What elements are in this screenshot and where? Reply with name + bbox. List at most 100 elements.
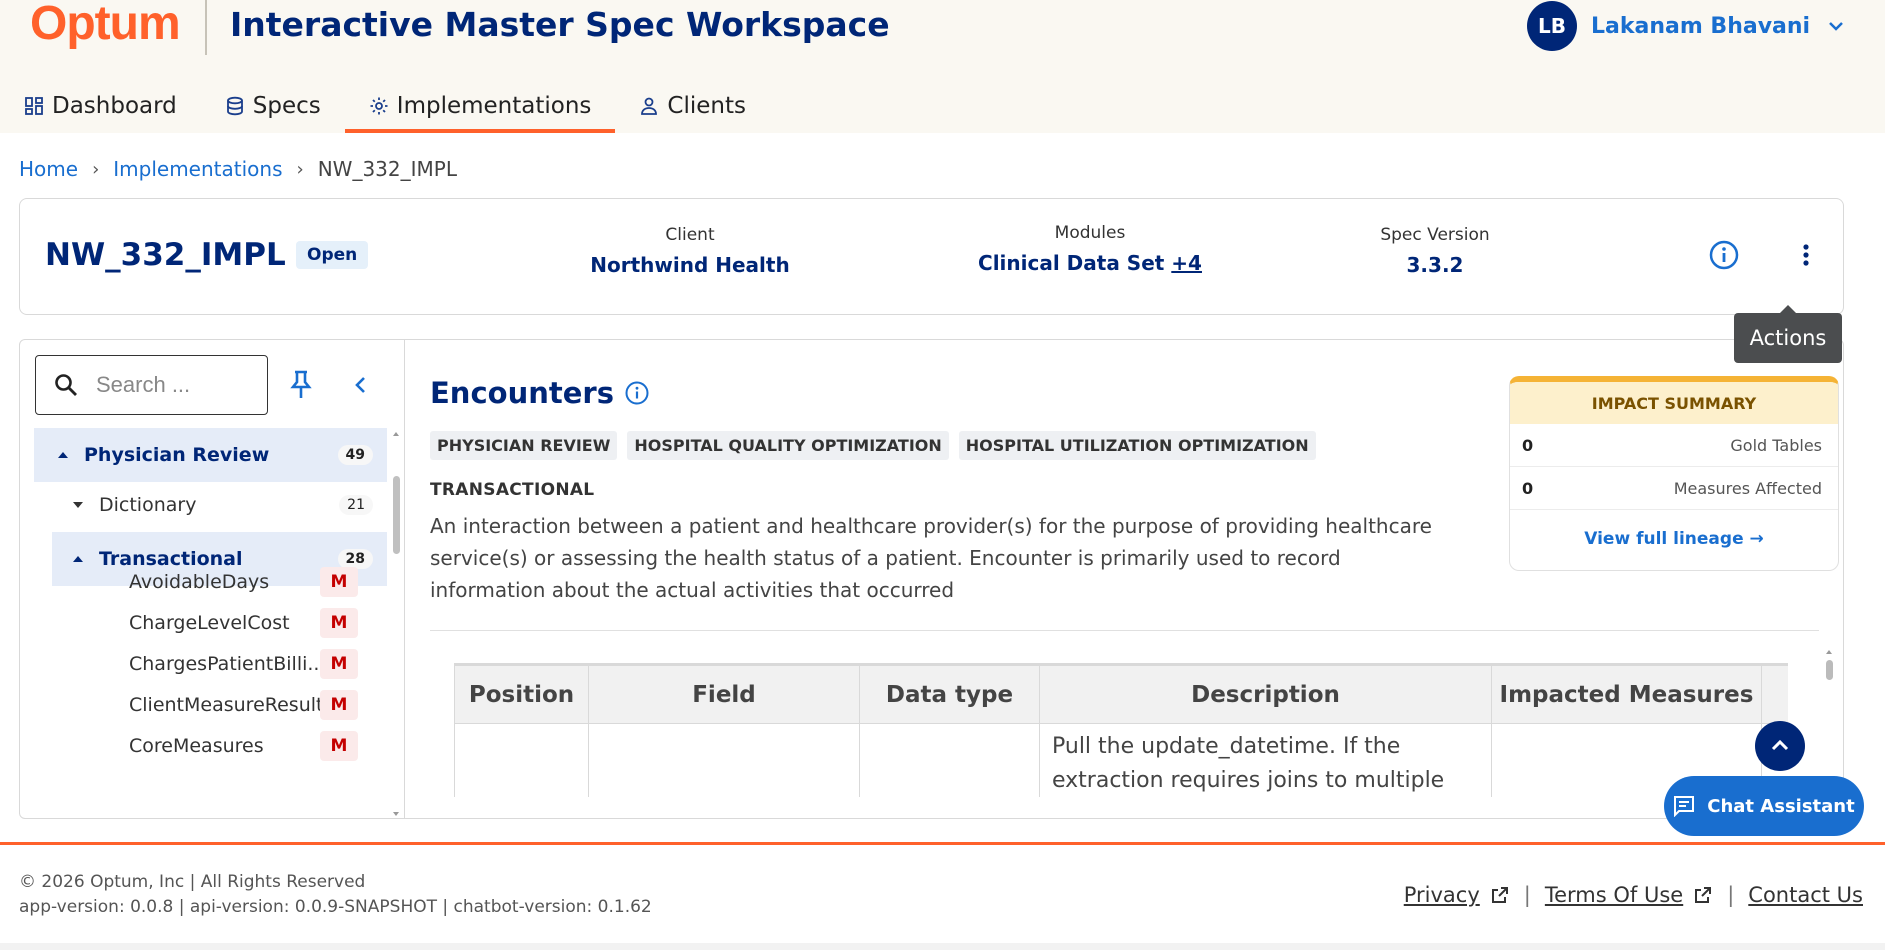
col-field[interactable]: Field (588, 665, 860, 724)
tab-implementations[interactable]: Implementations (344, 78, 616, 133)
tab-specs[interactable]: Specs (201, 78, 345, 133)
module-tags: PHYSICIAN REVIEW HOSPITAL QUALITY OPTIMI… (430, 431, 1316, 460)
avatar: LB (1527, 1, 1577, 51)
user-menu[interactable]: LB Lakanam Bhavani (1527, 1, 1848, 51)
tab-specs-label: Specs (252, 92, 321, 119)
tree-item-label: Physician Review (84, 444, 270, 466)
tree-leaf-label: ChargeLevelCost (129, 611, 290, 634)
content-divider (430, 630, 1819, 631)
tab-clients-label: Clients (667, 92, 746, 119)
user-name[interactable]: Lakanam Bhavani (1591, 14, 1810, 39)
search-box[interactable] (35, 355, 268, 415)
tree-leaf-coremeasures[interactable]: CoreMeasures M (129, 721, 373, 770)
client-label: Client (665, 225, 715, 245)
chat-assistant-button[interactable]: Chat Assistant (1664, 776, 1864, 836)
sidebar-scroll-thumb[interactable] (393, 476, 400, 554)
breadcrumb-home[interactable]: Home (19, 157, 78, 181)
cell-position (454, 723, 589, 797)
footer: © 2026 Optum, Inc | All Rights Reserved … (0, 845, 1885, 950)
more-vert-icon[interactable] (1790, 239, 1822, 271)
client-meta: Client Northwind Health (580, 225, 800, 277)
modules-value: Clinical Data Set +4 (960, 251, 1220, 275)
caret-down-icon[interactable] (71, 498, 85, 512)
modules-primary: Clinical Data Set (978, 251, 1165, 275)
fields-table: Position Field Data type Description Imp… (454, 663, 1788, 797)
client-value: Northwind Health (590, 253, 790, 277)
tree-leaf-label: CoreMeasures (129, 734, 264, 757)
search-input[interactable] (96, 372, 246, 398)
external-link-icon (1695, 887, 1712, 903)
entity-sidebar: Physician Review 49 Dictionary 21 Transa… (20, 340, 405, 818)
count-badge: 21 (339, 495, 373, 515)
implementation-name: NW_332_IMPL (45, 237, 286, 273)
app-header: Optum Interactive Master Spec Workspace … (0, 0, 1885, 133)
chevron-up-icon (1771, 739, 1789, 751)
caret-up-icon[interactable] (71, 552, 85, 566)
privacy-link-label: Privacy (1403, 883, 1480, 907)
optum-logo[interactable]: Optum (30, 0, 181, 51)
main-nav: Dashboard Specs Implementations Clients (0, 78, 770, 133)
count-badge: 49 (337, 445, 373, 465)
modules-more-link[interactable]: +4 (1171, 251, 1202, 275)
terms-link[interactable]: Terms Of Use (1545, 883, 1713, 907)
header-divider (205, 0, 207, 55)
col-position[interactable]: Position (454, 665, 589, 724)
breadcrumb-implementations[interactable]: Implementations (113, 157, 282, 181)
tree-leaf-label: AvoidableDays (129, 570, 270, 593)
tab-dashboard-label: Dashboard (52, 92, 177, 119)
mandatory-badge: M (320, 730, 358, 761)
chevron-down-icon[interactable] (1824, 14, 1848, 38)
app-title: Interactive Master Spec Workspace (230, 5, 890, 44)
caret-up-icon[interactable] (56, 448, 70, 462)
cell-data-type (859, 723, 1040, 797)
scroll-to-top-button[interactable] (1755, 721, 1805, 771)
modules-label: Modules (1054, 223, 1126, 243)
impact-row-gold-tables: 0 Gold Tables (1510, 424, 1838, 467)
info-icon[interactable] (1708, 239, 1740, 271)
entity-title-text: Encounters (430, 376, 614, 410)
info-icon[interactable] (624, 380, 650, 406)
chat-icon (1674, 796, 1695, 817)
mandatory-badge: M (320, 566, 358, 597)
main-panel: Physician Review 49 Dictionary 21 Transa… (19, 339, 1844, 819)
breadcrumb-current: NW_332_IMPL (317, 157, 457, 181)
bottom-strip (0, 943, 1885, 950)
col-data-type[interactable]: Data type (859, 665, 1040, 724)
table-row: Pull the update_datetime. If the extract… (454, 723, 1788, 797)
status-badge: Open (296, 241, 369, 269)
chevron-left-icon[interactable] (349, 373, 373, 397)
footer-links: Privacy | Terms Of Use | Contact Us (1404, 883, 1863, 907)
col-impacted-measures[interactable]: Impacted Measures (1491, 665, 1762, 724)
privacy-link[interactable]: Privacy (1404, 883, 1510, 907)
entity-title: Encounters (430, 376, 650, 410)
module-tag: HOSPITAL QUALITY OPTIMIZATION (627, 431, 949, 460)
impact-row-measures: 0 Measures Affected (1510, 467, 1838, 510)
module-tag: PHYSICIAN REVIEW (430, 431, 618, 460)
person-icon (641, 97, 658, 115)
spec-version-label: Spec Version (1380, 225, 1490, 245)
tab-dashboard[interactable]: Dashboard (0, 78, 201, 133)
tree-item-dictionary[interactable]: Dictionary 21 (34, 478, 387, 532)
pin-icon[interactable] (286, 369, 316, 401)
external-link-icon (1491, 887, 1508, 903)
cell-description: Pull the update_datetime. If the extract… (1039, 723, 1492, 797)
col-overflow (1761, 665, 1788, 724)
mandatory-badge: M (320, 689, 358, 720)
tree-item-physician-review[interactable]: Physician Review 49 (34, 428, 387, 482)
module-tag: HOSPITAL UTILIZATION OPTIMIZATION (958, 431, 1316, 460)
implementation-summary-card: NW_332_IMPL Open Client Northwind Health… (19, 198, 1844, 315)
tree-item-label: Dictionary (99, 494, 197, 516)
copyright-text: © 2026 Optum, Inc | All Rights Reserved (19, 872, 366, 892)
col-description[interactable]: Description (1039, 665, 1492, 724)
view-lineage-link[interactable]: View full lineage → (1510, 510, 1838, 568)
contact-link[interactable]: Contact Us (1748, 883, 1863, 907)
mandatory-badge: M (320, 607, 358, 638)
actions-tooltip: Actions (1734, 305, 1842, 363)
table-scroll-thumb[interactable] (1826, 660, 1833, 680)
entity-description: An interaction between a patient and hea… (430, 514, 1432, 602)
breadcrumb: Home › Implementations › NW_332_IMPL (19, 157, 457, 181)
tab-clients[interactable]: Clients (615, 78, 770, 133)
entity-type: TRANSACTIONAL (430, 480, 595, 500)
cell-field (588, 723, 860, 797)
modules-meta: Modules Clinical Data Set +4 (960, 223, 1220, 275)
